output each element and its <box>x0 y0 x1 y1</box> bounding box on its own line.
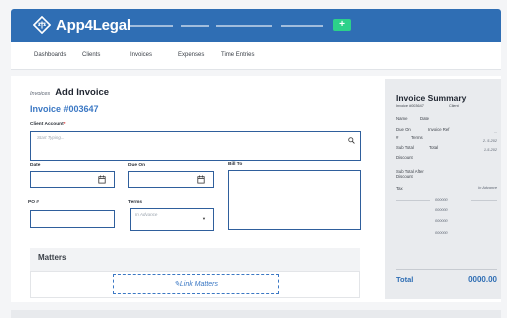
summary-invoice-ref-label: Invoice Ref <box>428 127 450 132</box>
summary-title: Invoice Summary <box>396 93 467 103</box>
top-bar: App4Legal + <box>11 9 501 42</box>
invoice-summary-panel: Invoice Summary Invoice #003647 Client N… <box>385 79 501 299</box>
po-label: PO # <box>28 200 39 205</box>
terms-select[interactable]: In Advance ▼ <box>130 208 214 231</box>
breadcrumb-invoices[interactable]: Invoices <box>30 91 50 97</box>
page-title: Add Invoice <box>55 87 110 98</box>
summary-name-label: Name <box>396 116 408 121</box>
required-mark: * <box>63 122 66 127</box>
nav-clients[interactable]: Clients <box>82 52 100 58</box>
add-button[interactable]: + <box>333 19 351 31</box>
summary-total-label: Total <box>429 145 439 150</box>
po-input[interactable] <box>30 210 115 228</box>
client-account-label: Client Account* <box>30 122 66 127</box>
calendar-icon[interactable] <box>197 175 205 184</box>
summary-terms-label: Terms <box>411 135 423 140</box>
link-matters-label: ✎Link Matters <box>174 281 218 288</box>
summary-divider <box>396 200 430 201</box>
summary-divider <box>471 200 497 201</box>
summary-invoice-number: Invoice #003647 <box>396 104 424 108</box>
summary-date-label: Date <box>420 116 430 121</box>
app-logo[interactable]: App4Legal <box>33 16 131 34</box>
breadcrumb: Invoices Add Invoice <box>30 87 109 98</box>
due-on-label: Due On <box>128 163 146 168</box>
footer-bar <box>11 310 501 318</box>
summary-discount-label: Discount <box>396 155 413 160</box>
summary-amount-4: 000000 <box>435 231 448 235</box>
summary-amount-1: 000000 <box>435 198 448 202</box>
summary-grand-total-value: 0000.00 <box>468 275 497 284</box>
client-account-input[interactable]: Start Typing... <box>30 131 361 161</box>
nav-expenses[interactable]: Expenses <box>178 52 204 58</box>
search-icon[interactable] <box>348 137 355 144</box>
summary-terms-value: In Advance <box>478 186 497 190</box>
summary-value-1: 2- 5-202 <box>482 139 497 143</box>
terms-select-value: In Advance <box>135 212 158 217</box>
chevron-down-icon: ▼ <box>202 216 206 221</box>
summary-amount-2: 000000 <box>435 208 448 212</box>
nav-dashboards[interactable]: Dashboards <box>34 52 66 58</box>
client-account-label-text: Client Account <box>30 122 64 127</box>
scales-logo-icon <box>33 16 51 34</box>
client-account-placeholder: Start Typing... <box>37 135 65 140</box>
summary-due-on-label: Due On <box>396 127 411 132</box>
calendar-icon[interactable] <box>98 175 106 184</box>
summary-total-divider <box>396 269 497 270</box>
nav-invoices[interactable]: Invoices <box>130 52 152 58</box>
nav-time-entries[interactable]: Time Entries <box>221 52 254 58</box>
summary-grand-total-label: Total <box>396 275 414 284</box>
menu-placeholder[interactable] <box>216 25 272 27</box>
menu-placeholder[interactable] <box>181 25 209 27</box>
summary-number-label: # <box>396 135 399 140</box>
date-input[interactable] <box>30 171 115 188</box>
bill-to-textarea[interactable] <box>228 170 361 230</box>
summary-value-2: 1-5-202 <box>483 148 497 152</box>
app-page: App4Legal + Dashboards Clients Invoices … <box>0 0 507 318</box>
summary-subtotal-label: Sub Total <box>396 145 414 150</box>
summary-amount-3: 000000 <box>435 219 448 223</box>
menu-placeholder[interactable] <box>128 25 173 27</box>
date-label: Date <box>30 163 41 168</box>
summary-ref-value: ... <box>493 130 497 134</box>
bill-to-label: Bill To <box>228 162 243 167</box>
matters-body: ✎Link Matters <box>30 271 360 298</box>
main-nav: Dashboards Clients Invoices Expenses Tim… <box>11 42 501 70</box>
invoice-number: Invoice #003647 <box>30 104 99 114</box>
matters-section: Matters ✎Link Matters <box>30 248 360 298</box>
summary-tax-label: Tax <box>396 186 403 191</box>
link-matters-button[interactable]: ✎Link Matters <box>113 274 279 294</box>
terms-label: Terms <box>128 200 143 205</box>
app-name: App4Legal <box>56 16 131 34</box>
due-on-input[interactable] <box>128 171 214 188</box>
menu-placeholder[interactable] <box>281 25 323 27</box>
summary-subtotal-after-discount-label: Sub Total After Discount <box>396 169 424 179</box>
summary-client-label: Client <box>449 104 459 108</box>
matters-title: Matters <box>38 253 67 262</box>
